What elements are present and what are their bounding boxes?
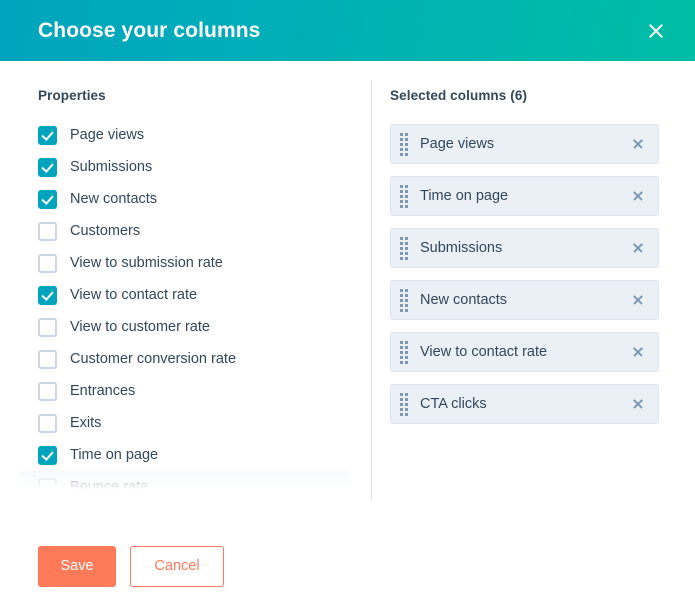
checkbox-checked-icon[interactable] bbox=[38, 189, 57, 209]
properties-heading: Properties bbox=[38, 88, 106, 103]
checkbox-unchecked-icon[interactable] bbox=[38, 317, 57, 337]
selected-column-chip[interactable]: Page views bbox=[390, 124, 659, 164]
property-row[interactable]: Submissions bbox=[20, 151, 350, 183]
drag-handle-icon[interactable] bbox=[400, 185, 408, 208]
remove-column-icon[interactable] bbox=[627, 237, 649, 259]
selected-column-chip[interactable]: Time on page bbox=[390, 176, 659, 216]
drag-handle-icon[interactable] bbox=[400, 133, 408, 156]
drag-handle-icon[interactable] bbox=[400, 289, 408, 312]
checkbox-unchecked-icon[interactable] bbox=[38, 413, 57, 433]
remove-column-icon[interactable] bbox=[627, 185, 649, 207]
drag-handle-icon[interactable] bbox=[400, 393, 408, 416]
checkbox-checked-icon[interactable] bbox=[38, 285, 57, 305]
selected-column-chip[interactable]: New contacts bbox=[390, 280, 659, 320]
property-label: View to contact rate bbox=[70, 286, 198, 303]
property-label: Exits bbox=[70, 414, 102, 431]
checkbox-unchecked-icon[interactable] bbox=[38, 253, 57, 273]
checkbox-unchecked-icon[interactable] bbox=[38, 221, 57, 241]
selected-column-label: View to contact rate bbox=[420, 343, 548, 360]
property-row[interactable]: View to submission rate bbox=[20, 247, 350, 279]
property-row[interactable]: Time on page bbox=[20, 439, 350, 471]
property-label: View to submission rate bbox=[70, 254, 223, 271]
cancel-button[interactable]: Cancel bbox=[130, 546, 224, 587]
close-icon[interactable] bbox=[639, 14, 673, 48]
property-label: Customer conversion rate bbox=[70, 350, 237, 367]
dialog-title: Choose your columns bbox=[38, 19, 261, 42]
property-row[interactable]: Customer conversion rate bbox=[20, 343, 350, 375]
checkbox-checked-icon[interactable] bbox=[38, 445, 57, 465]
remove-column-icon[interactable] bbox=[627, 393, 649, 415]
property-row[interactable]: New contacts bbox=[20, 183, 350, 215]
property-row[interactable]: Page views bbox=[20, 119, 350, 151]
checkbox-unchecked-icon[interactable] bbox=[38, 381, 57, 401]
property-row[interactable]: Entrances bbox=[20, 375, 350, 407]
selected-column-chip[interactable]: CTA clicks bbox=[390, 384, 659, 424]
property-label: Customers bbox=[70, 222, 141, 239]
selected-column-chip[interactable]: Submissions bbox=[390, 228, 659, 268]
dialog-footer: Save Cancel bbox=[0, 523, 695, 611]
remove-column-icon[interactable] bbox=[627, 133, 649, 155]
property-row[interactable]: Exits bbox=[20, 407, 350, 439]
remove-column-icon[interactable] bbox=[627, 289, 649, 311]
property-label: View to customer rate bbox=[70, 318, 210, 335]
dialog-header: Choose your columns bbox=[0, 0, 695, 61]
selected-column-label: Time on page bbox=[420, 187, 509, 204]
selected-column-label: CTA clicks bbox=[420, 395, 487, 412]
property-row[interactable]: Bounce rate bbox=[20, 471, 350, 495]
property-row[interactable]: View to contact rate bbox=[20, 279, 350, 311]
drag-handle-icon[interactable] bbox=[400, 341, 408, 364]
selected-column-label: New contacts bbox=[420, 291, 508, 308]
property-row[interactable]: View to customer rate bbox=[20, 311, 350, 343]
selected-column-label: Page views bbox=[420, 135, 495, 152]
save-button[interactable]: Save bbox=[38, 546, 116, 587]
checkbox-checked-icon[interactable] bbox=[38, 125, 57, 145]
selected-columns-list[interactable]: Page views Time on page Submissions New con… bbox=[390, 124, 659, 436]
checkbox-checked-icon[interactable] bbox=[38, 157, 57, 177]
selected-columns-panel: Selected columns (6) Page views Time on p… bbox=[371, 61, 695, 523]
selected-column-chip[interactable]: View to contact rate bbox=[390, 332, 659, 372]
selected-columns-heading: Selected columns (6) bbox=[390, 88, 528, 103]
dialog-body: Properties Page views Submissions New cont… bbox=[0, 61, 695, 523]
properties-list[interactable]: Page views Submissions New contacts Custome… bbox=[20, 119, 350, 495]
property-row[interactable]: Customers bbox=[20, 215, 350, 247]
property-label: Submissions bbox=[70, 158, 153, 175]
property-label: New contacts bbox=[70, 190, 158, 207]
remove-column-icon[interactable] bbox=[627, 341, 649, 363]
property-label: Time on page bbox=[70, 446, 159, 463]
checkbox-unchecked-icon[interactable] bbox=[38, 349, 57, 369]
properties-panel: Properties Page views Submissions New cont… bbox=[0, 61, 360, 523]
property-label: Entrances bbox=[70, 382, 136, 399]
property-label: Bounce rate bbox=[70, 478, 149, 495]
property-label: Page views bbox=[70, 126, 145, 143]
drag-handle-icon[interactable] bbox=[400, 237, 408, 260]
selected-column-label: Submissions bbox=[420, 239, 503, 256]
checkbox-unchecked-icon[interactable] bbox=[38, 477, 57, 495]
